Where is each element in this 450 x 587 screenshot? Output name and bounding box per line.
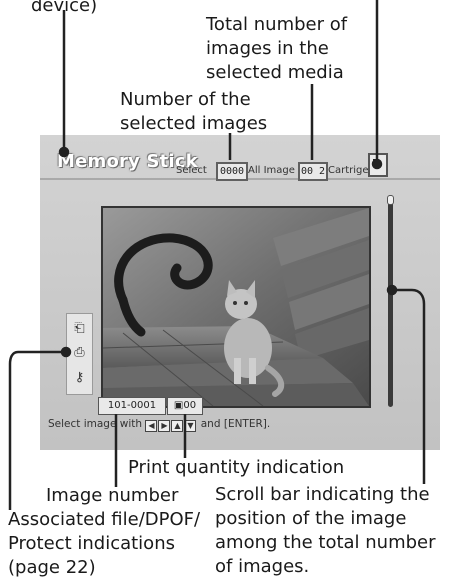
image-preview[interactable] bbox=[101, 206, 371, 408]
all-image-label: All Image bbox=[248, 165, 295, 176]
image-number: 101-0001 bbox=[98, 397, 166, 415]
callout-scroll-bar: Scroll bar indicating the position of th… bbox=[215, 484, 436, 577]
up-arrow-key-icon: ▲ bbox=[171, 420, 184, 432]
callout-print-quantity: Print quantity indication bbox=[128, 457, 345, 478]
callout-image-number: Image number bbox=[46, 485, 179, 506]
print-quantity: ▣00 bbox=[167, 397, 203, 415]
instruction-text: Select image with ◀ ▶ ▲ ▼ and [ENTER]. bbox=[48, 418, 270, 432]
dpof-icon: ⎙ bbox=[74, 345, 85, 360]
associated-file-icon: ⎗ bbox=[74, 321, 85, 336]
total-count-box: 00 2 bbox=[298, 162, 328, 181]
callout-total-number: Total number of images in the selected m… bbox=[206, 14, 348, 83]
callout-associated: Associated file/DPOF/ Protect indication… bbox=[8, 509, 201, 578]
select-label: Select bbox=[176, 165, 207, 176]
instruction-prefix: Select image with bbox=[48, 418, 143, 430]
callout-selected-number: Number of the selected images bbox=[120, 89, 268, 134]
cartridge-label: Cartrige bbox=[328, 165, 369, 176]
printer-screen: Memory Stick Select 0000 All Image 00 2 … bbox=[40, 135, 440, 450]
protect-key-icon: ⚷ bbox=[74, 370, 85, 385]
cartridge-type-label: P bbox=[372, 157, 381, 170]
left-arrow-key-icon: ◀ bbox=[145, 420, 158, 432]
down-arrow-key-icon: ▼ bbox=[184, 420, 197, 432]
callout-device-fragment: device) bbox=[31, 0, 98, 16]
print-quantity-value: 00 bbox=[183, 400, 197, 411]
cat-on-bench-photo bbox=[103, 208, 369, 406]
printer-icon: ▣ bbox=[173, 400, 184, 411]
selected-count-box: 0000 bbox=[216, 162, 248, 181]
image-scroll-bar[interactable] bbox=[387, 195, 394, 407]
file-indications-panel: ⎗ ⎙ ⚷ bbox=[66, 313, 93, 395]
cartridge-icon: P bbox=[368, 153, 388, 177]
right-arrow-key-icon: ▶ bbox=[158, 420, 171, 432]
instruction-suffix: and [ENTER]. bbox=[200, 418, 271, 430]
